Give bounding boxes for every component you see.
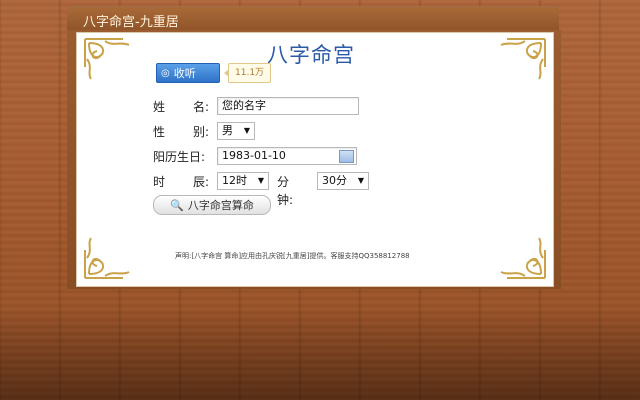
disclaimer-text: 声明:[八字命宫 算命]应用由孔庆锐[九重居]提供。客服支持QQ35881278… (175, 252, 410, 260)
wood-floor-shade (0, 310, 640, 400)
window-title: 八字命宫-九重居 (83, 15, 179, 30)
app-title: 八字命宫 (267, 43, 355, 67)
corner-ornament-icon (485, 236, 547, 280)
corner-ornament-icon (485, 37, 547, 81)
hour-select[interactable]: 12时 ▼ (217, 172, 269, 190)
corner-ornament-icon (83, 236, 145, 280)
corner-ornament-icon (83, 37, 145, 81)
app-panel: 八字命宫 ◎ 收听 11.1万 姓 名: 您的名字 性 别: 男 ▼ 阳历生日:… (76, 32, 554, 287)
chevron-down-icon: ▼ (243, 126, 250, 135)
name-label: 姓 名: (153, 100, 209, 114)
minute-select[interactable]: 30分 ▼ (317, 172, 369, 190)
minute-label: 分钟: (277, 175, 294, 207)
follow-button[interactable]: ◎ 收听 (156, 63, 220, 83)
search-icon: 🔍 (170, 198, 184, 212)
name-field[interactable]: 您的名字 (217, 97, 359, 115)
calculate-button[interactable]: 🔍 八字命宫算命 (153, 195, 271, 215)
birthday-field[interactable]: 1983-01-10 (217, 147, 357, 165)
window-titlebar: 八字命宫-九重居 (67, 6, 559, 31)
birthday-label: 阳历生日: (153, 150, 206, 164)
chevron-down-icon: ▼ (357, 176, 364, 185)
calculate-label: 八字命宫算命 (187, 199, 254, 212)
gender-label: 性 别: (153, 125, 209, 139)
follow-label: 收听 (173, 67, 196, 80)
calendar-icon[interactable] (339, 150, 354, 163)
hour-label: 时 辰: (153, 175, 209, 189)
gender-select[interactable]: 男 ▼ (217, 122, 255, 140)
follow-count: 11.1万 (223, 63, 272, 83)
chevron-down-icon: ▼ (257, 176, 264, 185)
weibo-icon: ◎ (161, 67, 170, 79)
